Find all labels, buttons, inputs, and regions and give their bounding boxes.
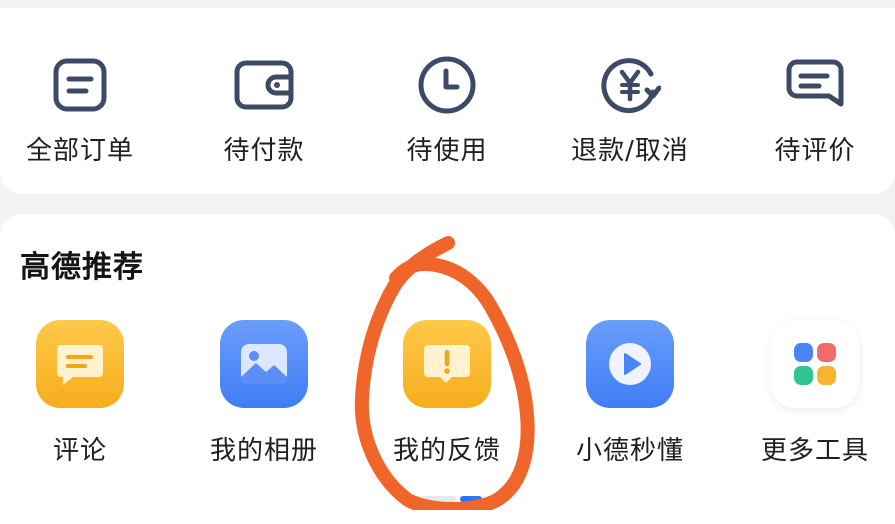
pending-payment-label: 待付款	[223, 136, 305, 166]
order-list-icon	[47, 52, 113, 118]
my-feedback-label: 我的反馈	[392, 436, 501, 466]
my-feedback-button[interactable]: 我的反馈	[357, 320, 537, 467]
clock-icon	[414, 52, 480, 118]
pending-use-button[interactable]: 待使用	[357, 52, 537, 167]
pending-use-label: 待使用	[406, 136, 488, 166]
orders-card: 全部订单 待付款 待使用 退款/取消 待评价	[0, 8, 895, 194]
my-album-button[interactable]: 我的相册	[174, 320, 354, 467]
refund-cancel-label: 退款/取消	[571, 136, 689, 166]
refund-yen-icon	[597, 52, 663, 118]
pending-payment-button[interactable]: 待付款	[174, 52, 354, 167]
page-indicator-inactive	[412, 496, 456, 502]
wallet-icon	[231, 52, 297, 118]
photo-album-icon	[220, 320, 308, 408]
refund-cancel-button[interactable]: 退款/取消	[540, 52, 720, 167]
comment-label: 评论	[52, 436, 107, 466]
feedback-icon	[403, 320, 491, 408]
my-album-label: 我的相册	[209, 436, 318, 466]
pending-review-label: 待评价	[774, 136, 856, 166]
xiaode-explainer-button[interactable]: 小德秒懂	[540, 320, 720, 467]
play-icon	[586, 320, 674, 408]
comment-bubble-icon	[36, 320, 124, 408]
xiaode-explainer-label: 小德秒懂	[575, 436, 684, 466]
page-indicator	[412, 496, 482, 502]
more-tools-label: 更多工具	[760, 436, 869, 466]
comment-button[interactable]: 评论	[0, 320, 170, 467]
recommend-card: 高德推荐 评论 我的相册 我的反馈 小德秒懂 更多工具	[0, 214, 895, 524]
grid-tools-icon	[771, 320, 859, 408]
all-orders-button[interactable]: 全部订单	[0, 52, 170, 167]
comment-icon	[782, 52, 848, 118]
section-title: 高德推荐	[20, 250, 144, 285]
page-indicator-active	[460, 496, 482, 502]
pending-review-button[interactable]: 待评价	[725, 52, 895, 167]
more-tools-button[interactable]: 更多工具	[725, 320, 895, 467]
all-orders-label: 全部订单	[25, 136, 134, 166]
